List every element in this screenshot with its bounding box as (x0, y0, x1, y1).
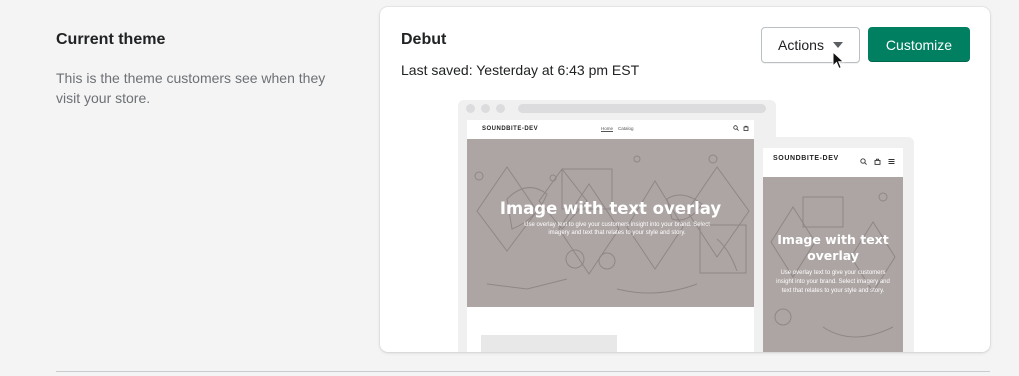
mobile-preview[interactable]: SOUNDBITE-DEV Image with text overlay Us… (756, 137, 914, 352)
preview-store-logo: SOUNDBITE-DEV (482, 126, 539, 132)
mobile-store-logo: SOUNDBITE-DEV (773, 155, 839, 162)
desktop-content-placeholder (481, 335, 617, 352)
mobile-hero-subtitle: Use overlay text to give your customers … (776, 270, 890, 294)
actions-button-label: Actions (778, 37, 824, 53)
cursor-icon (832, 51, 845, 70)
browser-address-bar (518, 104, 766, 113)
section-title: Current theme (56, 31, 166, 48)
section-description: This is the theme customers see when the… (56, 70, 326, 106)
current-theme-card: Debut Last saved: Yesterday at 6:43 pm E… (380, 7, 990, 352)
search-icon (733, 125, 739, 131)
section-annotation: Current theme This is the theme customer… (56, 30, 356, 108)
customize-button[interactable]: Customize (868, 27, 970, 62)
section-divider (56, 371, 990, 372)
desktop-preview[interactable]: SOUNDBITE-DEV Home Catalog Image with te… (458, 100, 776, 352)
browser-dot (481, 104, 490, 113)
caret-down-icon (832, 42, 843, 48)
desktop-hero-banner: Image with text overlay Use overlay text… (467, 139, 754, 307)
last-saved-text: Last saved: Yesterday at 6:43 pm EST (401, 62, 640, 78)
preview-header: SOUNDBITE-DEV Home Catalog (467, 120, 754, 137)
mobile-hero-title: Image with text overlay (777, 232, 889, 263)
mobile-hero-banner: Image with text overlay Use overlay text… (763, 177, 903, 352)
preview-nav-home: Home (601, 126, 614, 131)
desktop-hero-subtitle: Use overlay text to give your customers … (524, 222, 710, 236)
desktop-hero-title: Image with text overlay (499, 199, 722, 218)
theme-name: Debut (401, 31, 447, 48)
hero-illustration (770, 192, 896, 338)
browser-dot (496, 104, 505, 113)
browser-dot (466, 104, 475, 113)
desktop-page: SOUNDBITE-DEV Home Catalog Image with te… (467, 120, 754, 352)
mobile-header-icons (860, 158, 895, 165)
mobile-page: SOUNDBITE-DEV Image with text overlay Us… (763, 148, 903, 352)
cart-icon (743, 125, 749, 131)
preview-nav-catalog: Catalog (618, 126, 634, 131)
cart-icon (874, 158, 881, 165)
menu-icon (888, 159, 895, 164)
search-icon (860, 158, 867, 165)
